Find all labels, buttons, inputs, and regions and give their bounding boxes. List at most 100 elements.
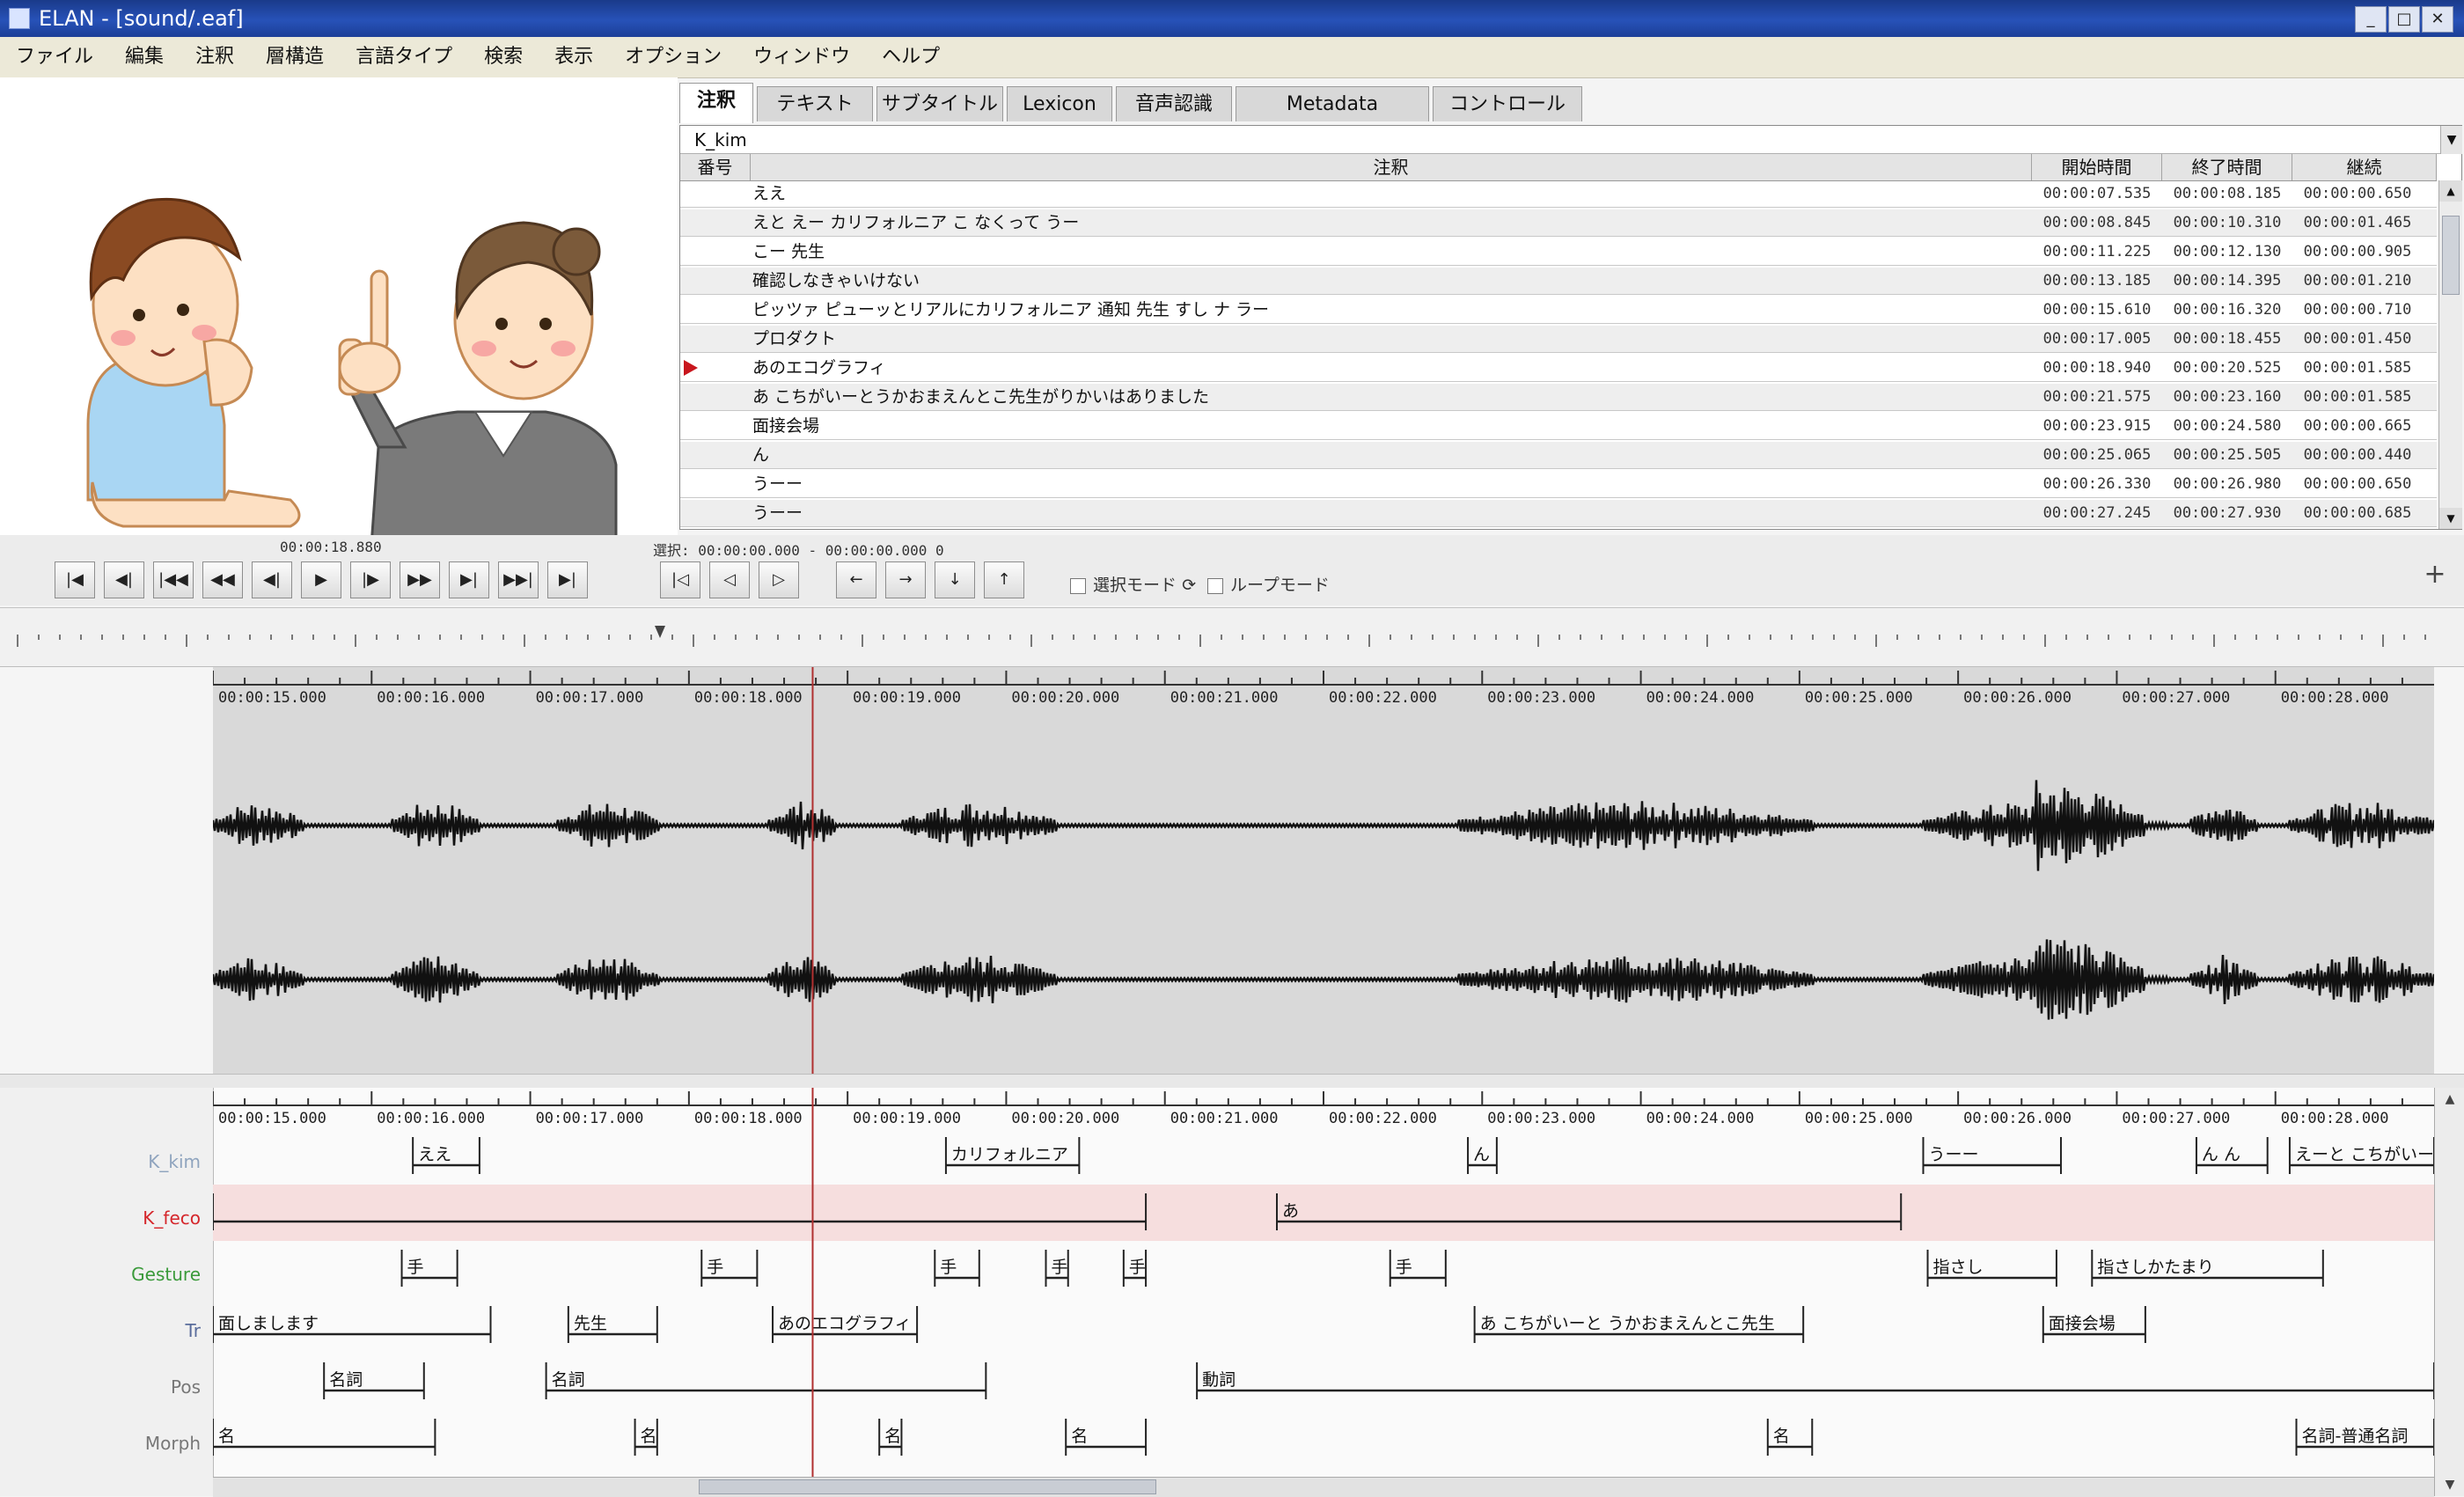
table-row[interactable]: うーー 00:00:26.330 00:00:26.980 00:00:00.650 [680, 471, 2437, 498]
nav-button[interactable]: |▶ [350, 561, 391, 598]
tier-label[interactable]: Morph [18, 1433, 211, 1454]
table-row[interactable]: えと えー カリフォルニア こ なくって うー 00:00:08.845 00:00… [680, 209, 2437, 237]
scroll-thumb[interactable] [2442, 216, 2460, 295]
grid-scrollbar[interactable]: ▲ ▼ [2438, 180, 2462, 529]
col-duration[interactable]: 継続 [2292, 154, 2437, 180]
annotation-cell[interactable]: あのエコグラフィ [752, 355, 1808, 381]
scroll-up-icon[interactable]: ▲ [2439, 180, 2462, 202]
annotation-cell[interactable]: ん [752, 442, 1808, 468]
annotation-cell[interactable]: 確認しなきゃいけない [752, 268, 1808, 294]
menu-options[interactable]: オプション [609, 37, 737, 77]
nav-button[interactable]: ▶ [301, 561, 341, 598]
col-annotation[interactable]: 注釈 [751, 154, 2032, 180]
timeline-viewer[interactable]: K_kim K_feco Gesture Tr Pos Morph 00:00:15.00… [0, 1088, 2464, 1497]
zoom-in-button[interactable]: + [2422, 561, 2448, 588]
col-end[interactable]: 終了時間 [2162, 154, 2292, 180]
dur-time-cell: 00:00:00.905 [2303, 243, 2412, 261]
current-annotation-marker [684, 360, 698, 376]
timeline-overview[interactable] [0, 607, 2464, 667]
nav-button[interactable]: ◀| [252, 561, 292, 598]
tier-label[interactable]: Tr [18, 1320, 211, 1341]
nav-button[interactable]: ▶| [449, 561, 489, 598]
waveform-area[interactable]: 00:00:15.000 00:00:16.000 00:00:17.000 00:0… [211, 667, 2438, 1074]
viewer-tabs: 注釈 テキスト サブタイトル Lexicon 音声認識 Metadata コント… [679, 83, 2464, 125]
scroll-up-icon[interactable]: ▲ [2435, 1088, 2464, 1111]
tier-selector[interactable]: K_kim [680, 126, 2440, 154]
annotation-cell[interactable]: ピッツァ ピューッとリアルにカリフォルニア 通知 先生 すし ナ ラー [752, 297, 1808, 323]
menu-window[interactable]: ウィンドウ [737, 37, 866, 77]
selection-button[interactable]: ▷ [759, 561, 799, 598]
tab-lexicon[interactable]: Lexicon [1007, 86, 1112, 121]
chevron-down-icon[interactable]: ▼ [2440, 126, 2462, 154]
edit-button[interactable]: ↑ [984, 561, 1024, 598]
tier-label[interactable]: Pos [18, 1376, 211, 1398]
nav-button[interactable]: ◀| [104, 561, 144, 598]
ruler-label: 00:00:23.000 [1487, 1110, 1595, 1127]
nav-button[interactable]: ▶▶ [400, 561, 440, 598]
edit-button[interactable]: ← [836, 561, 876, 598]
tab-metadata[interactable]: Metadata [1236, 86, 1429, 121]
scroll-thumb[interactable] [699, 1479, 1156, 1494]
col-begin[interactable]: 開始時間 [2032, 154, 2162, 180]
edit-button[interactable]: ↓ [935, 561, 975, 598]
table-row[interactable]: ピッツァ ピューッとリアルにカリフォルニア 通知 先生 すし ナ ラー 00:00… [680, 297, 2437, 324]
loop-mode-checkbox[interactable]: ループモード [1207, 572, 1330, 596]
menu-type[interactable]: 言語タイプ [340, 37, 468, 77]
video-viewer[interactable] [0, 77, 678, 572]
table-row[interactable]: あ こちがいーとうかおまえんとこ先生がりかいはありました 00:00:21.575… [680, 384, 2437, 411]
annotation-cell[interactable]: プロダクト [752, 326, 1808, 352]
table-row[interactable]: ええ 00:00:07.535 00:00:08.185 00:00:00.650 [680, 180, 2437, 208]
annotation-cell[interactable]: えと えー カリフォルニア こ なくって うー [752, 209, 1808, 236]
annotation-cell[interactable]: あ こちがいーとうかおまえんとこ先生がりかいはありました [752, 384, 1808, 410]
close-button[interactable]: ✕ [2422, 6, 2453, 33]
annotation-cell[interactable]: ええ [752, 180, 1808, 207]
selection-button[interactable]: ◁ [709, 561, 750, 598]
selection-mode-checkbox[interactable]: 選択モード ⟳ [1070, 572, 1196, 596]
table-row[interactable]: あのエコグラフィ 00:00:18.940 00:00:20.525 00:00:01… [680, 355, 2437, 382]
scroll-down-icon[interactable]: ▼ [2435, 1473, 2464, 1496]
tab-subtitles[interactable]: サブタイトル [876, 86, 1003, 121]
menu-search[interactable]: 検索 [468, 37, 539, 77]
edit-button[interactable]: → [885, 561, 926, 598]
annotation-cell[interactable]: こー 先生 [752, 238, 1808, 265]
col-number[interactable]: 番号 [680, 154, 751, 180]
tier-label[interactable]: Gesture [18, 1264, 211, 1285]
table-row[interactable]: プロダクト 00:00:17.005 00:00:18.455 00:00:01.45… [680, 326, 2437, 353]
waveform-viewer[interactable]: 00:00:15.000 00:00:16.000 00:00:17.000 00:0… [0, 667, 2464, 1074]
selection-button[interactable]: |◁ [660, 561, 700, 598]
tab-recognizer[interactable]: 音声認識 [1116, 86, 1232, 121]
table-row[interactable]: ん 00:00:25.065 00:00:25.505 00:00:00.440 [680, 442, 2437, 469]
tier-label[interactable]: K_kim [18, 1151, 211, 1172]
annotation-cell[interactable]: うーー [752, 500, 1808, 526]
menu-annotation[interactable]: 注釈 [180, 37, 250, 77]
nav-button[interactable]: ◀◀ [202, 561, 243, 598]
nav-button[interactable]: |◀◀ [153, 561, 194, 598]
tier-scrollbar[interactable]: ▲ ▼ [2434, 1088, 2464, 1496]
menu-view[interactable]: 表示 [539, 37, 609, 77]
table-row[interactable]: 確認しなきゃいけない 00:00:13.185 00:00:14.395 00:00:… [680, 268, 2437, 295]
maximize-button[interactable]: □ [2388, 6, 2420, 33]
tier-label[interactable]: K_feco [18, 1207, 211, 1229]
annotation-text: 指さし [1933, 1258, 1984, 1277]
scroll-down-icon[interactable]: ▼ [2439, 508, 2462, 529]
annotation-cell[interactable]: 面接会場 [752, 413, 1808, 439]
tier-area[interactable]: 00:00:15.000 00:00:16.000 00:00:17.000 00:0… [212, 1088, 2451, 1496]
table-row[interactable]: 面接会場 00:00:23.915 00:00:24.580 00:00:00.665 [680, 413, 2437, 440]
nav-button[interactable]: ▶▶| [498, 561, 539, 598]
tab-controls[interactable]: コントロール [1433, 86, 1582, 121]
table-row[interactable]: うーー 00:00:27.245 00:00:27.930 00:00:00.685 [680, 500, 2437, 527]
nav-button[interactable]: |◀ [55, 561, 95, 598]
tier-annotation: 手 [700, 1250, 759, 1287]
tab-annotations[interactable]: 注釈 [679, 83, 753, 123]
horizontal-scrollbar[interactable] [213, 1477, 2434, 1497]
menu-edit[interactable]: 編集 [109, 37, 180, 77]
minimize-button[interactable]: _ [2355, 6, 2387, 33]
tab-text[interactable]: テキスト [757, 86, 873, 121]
annotation-cell[interactable]: うーー [752, 471, 1808, 497]
menu-tier[interactable]: 層構造 [250, 37, 340, 77]
table-row[interactable]: こー 先生 00:00:11.225 00:00:12.130 00:00:00.90… [680, 238, 2437, 266]
tier-annotation: ええ [412, 1137, 480, 1174]
menu-help[interactable]: ヘルプ [866, 37, 956, 77]
menu-file[interactable]: ファイル [0, 37, 109, 77]
nav-button[interactable]: ▶| [547, 561, 588, 598]
